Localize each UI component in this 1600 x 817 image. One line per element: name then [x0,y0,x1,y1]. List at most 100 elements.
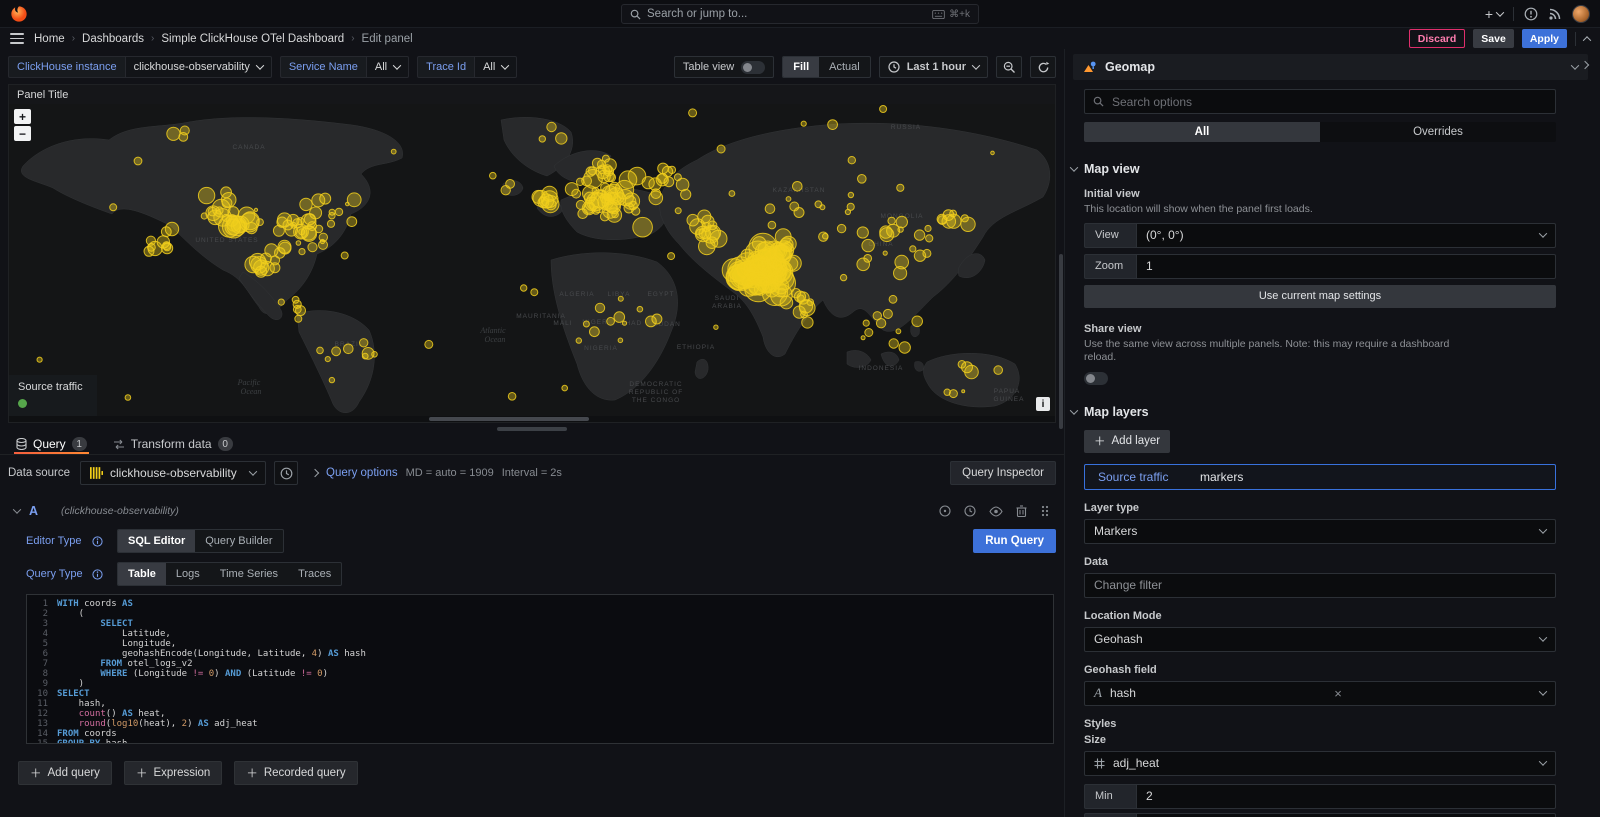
menu-toggle-icon[interactable] [10,33,24,43]
trace-id-select[interactable]: All [474,56,517,78]
service-name-select[interactable]: All [366,56,409,78]
map-attribution-button[interactable]: i [1036,397,1050,411]
help-icon[interactable] [1524,7,1538,21]
initial-view-label: Initial view [1084,188,1556,200]
section-map-layers[interactable]: Map layers [1071,405,1556,419]
size-field-select[interactable]: adj_heat [1084,751,1556,776]
layer-type-select[interactable]: Markers [1084,519,1556,544]
add-recorded-query-button[interactable]: ＋Recorded query [234,761,357,785]
fill-option[interactable]: Fill [783,57,819,77]
layer-item-source-traffic[interactable]: Source traffic markers [1084,464,1556,490]
editor-type-switch: SQL Editor Query Builder [117,529,284,553]
chevron-down-icon[interactable] [13,505,21,513]
apply-button[interactable]: Apply [1522,29,1567,48]
left-pane-scrollbar[interactable] [1059,254,1063,429]
datasource-picker[interactable]: clickhouse-observability [80,461,266,485]
table-view-toggle[interactable]: Table view [674,56,774,78]
breadcrumb-separator: › [72,33,75,44]
collapse-up-icon[interactable] [1583,36,1591,44]
map-zoom-out-button[interactable]: − [14,126,31,141]
breadcrumb-dashboard-name[interactable]: Simple ClickHouse OTel Dashboard [161,33,344,45]
trash-icon[interactable] [1016,505,1027,517]
map-zoom-in-button[interactable]: + [14,109,31,124]
sql-code[interactable]: WITH coords AS ( SELECT Latitude, Longit… [57,599,1053,739]
save-button[interactable]: Save [1473,29,1514,48]
search-icon [630,9,641,20]
add-layer-button[interactable]: ＋Add layer [1084,430,1170,453]
tab-query[interactable]: Query 1 [14,434,89,454]
location-mode-select[interactable]: Geohash [1084,627,1556,652]
visualization-picker[interactable]: Geomap [1073,54,1588,80]
query-type-table[interactable]: Table [118,563,166,585]
refresh-button[interactable] [1030,56,1056,78]
number-field-icon [1094,758,1105,769]
panel-title[interactable]: Panel Title [9,85,1055,104]
history-icon[interactable] [964,505,976,517]
editor-type-sql[interactable]: SQL Editor [118,530,195,552]
editor-type-builder[interactable]: Query Builder [195,530,282,552]
search-input[interactable]: Search or jump to... ⌘+k [621,4,979,24]
section-map-view[interactable]: Map view [1071,162,1556,176]
clear-icon[interactable]: × [1334,687,1342,700]
zoom-input[interactable]: 1 [1136,254,1556,279]
chevron-right-icon [311,469,319,477]
svg-text:REPUBLIC OF: REPUBLIC OF [629,389,683,396]
panel-options-sidebar: Geomap Search options All Overrides Map … [1064,49,1600,817]
pane-splitter[interactable] [0,423,1064,434]
add-expression-button[interactable]: ＋Expression [124,761,222,785]
query-inspector-button[interactable]: Query Inspector [950,461,1056,485]
query-type-logs[interactable]: Logs [166,563,210,585]
min-input[interactable]: 2 [1136,784,1556,809]
string-field-icon: A [1094,685,1102,701]
query-type-traces[interactable]: Traces [288,563,341,585]
scrollbar-thumb[interactable] [429,417,589,421]
editor-type-row: Editor Type SQL Editor Query Builder Run… [26,529,1056,553]
tab-all[interactable]: All [1084,122,1320,142]
actual-option[interactable]: Actual [819,57,870,77]
svg-text:DEMOCRATIC: DEMOCRATIC [629,381,682,388]
query-count-badge: 1 [72,437,87,451]
geomap-canvas[interactable]: RUSSIACANADAUNITED STATESBRAZILKAZAKHSTA… [9,104,1055,416]
geomap-panel: Panel Title [8,84,1056,423]
chevron-down-icon [1539,526,1547,534]
panel-toolbar: Table view Fill Actual Last 1 hour [674,56,1056,78]
query-options-toggle[interactable]: Query options [312,467,398,479]
query-row-header[interactable]: A (clickhouse-observability) [14,502,1056,520]
datasource-hint-button[interactable] [274,461,298,485]
max-input[interactable]: 15 [1136,813,1556,817]
search-placeholder: Search or jump to... [647,8,747,20]
geohash-field-select[interactable]: A hash × [1084,681,1556,706]
min-label: Min [1084,784,1136,809]
discard-button[interactable]: Discard [1409,29,1466,48]
share-view-toggle[interactable] [1084,372,1108,385]
sql-editor[interactable]: 123456789101112131415 WITH coords AS ( S… [26,594,1054,744]
eye-icon[interactable] [989,506,1003,517]
zoom-out-time-button[interactable] [996,56,1022,78]
map-legend: Source traffic [9,375,97,416]
breadcrumb-dashboards[interactable]: Dashboards [82,33,144,45]
user-avatar[interactable] [1572,5,1590,23]
tab-overrides[interactable]: Overrides [1320,122,1556,142]
drag-handle-icon[interactable] [1040,505,1050,517]
add-menu-button[interactable]: + [1485,6,1503,22]
tab-transform-data[interactable]: Transform data 0 [111,434,235,454]
time-range-picker[interactable]: Last 1 hour [879,56,988,78]
chevron-down-icon [249,467,257,475]
chevron-down-icon [1539,634,1547,642]
run-query-button[interactable]: Run Query [973,529,1056,553]
view-label: View [1084,223,1136,248]
options-search-input[interactable]: Search options [1084,89,1556,114]
add-query-button[interactable]: ＋Add query [18,761,112,785]
clickhouse-instance-select[interactable]: clickhouse-observability [125,56,272,78]
view-select[interactable]: (0°, 0°) [1136,223,1556,248]
breadcrumb-home[interactable]: Home [34,33,65,45]
news-rss-icon[interactable] [1548,7,1562,21]
use-current-map-settings-button[interactable]: Use current map settings [1084,285,1556,308]
query-type-timeseries[interactable]: Time Series [210,563,288,585]
top-nav-actions: + [1485,5,1590,23]
grafana-logo[interactable] [10,4,30,24]
data-filter-select[interactable]: Change filter [1084,573,1556,598]
map-horizontal-scrollbar[interactable] [9,416,1055,422]
help-circle-icon[interactable] [939,505,951,517]
top-nav-bar: Search or jump to... ⌘+k + [0,0,1600,28]
